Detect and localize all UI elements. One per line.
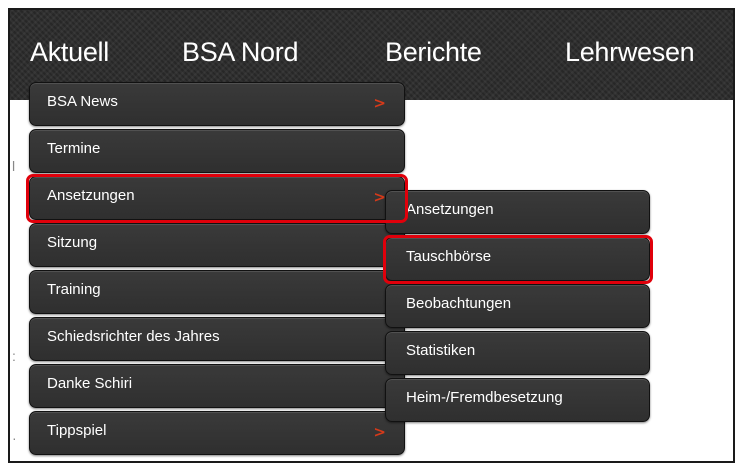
background-text-fragment: · [12,430,17,446]
menu-item-label: Training [47,281,101,298]
submenu-arrow-icon: > [373,423,386,441]
background-text-fragment: : [12,348,16,364]
menu-item-label: Sitzung [47,234,98,251]
submenu-item-ansetzungen[interactable]: Ansetzungen [385,190,650,234]
menu-item-label: Heim-/Fremdbesetzung [406,389,563,406]
menu-item-label: Ansetzungen [47,187,135,204]
menu-item-schiedsrichter-des-jahres[interactable]: Schiedsrichter des Jahres [29,317,405,361]
menu-item-ansetzungen[interactable]: Ansetzungen > [29,176,405,220]
nav-item-bsa-nord[interactable]: BSA Nord [182,37,298,68]
menu-item-sitzung[interactable]: Sitzung [29,223,405,267]
submenu-item-beobachtungen[interactable]: Beobachtungen [385,284,650,328]
menu-item-danke-schiri[interactable]: Danke Schiri [29,364,405,408]
menu-item-label: Termine [47,140,101,157]
nav-item-berichte[interactable]: Berichte [385,37,482,68]
menu-item-label: Tippspiel [47,422,107,439]
background-text-fragment: l [12,158,16,174]
menu-item-label: Schiedsrichter des Jahres [47,328,220,345]
submenu-item-heim-fremdbesetzung[interactable]: Heim-/Fremdbesetzung [385,378,650,422]
nav-item-aktuell[interactable]: Aktuell [30,37,109,68]
submenu-item-tauschboerse[interactable]: Tauschbörse [385,237,650,281]
menu-item-label: Beobachtungen [406,295,512,312]
nav-item-lehrwesen[interactable]: Lehrwesen [565,37,695,68]
menu-item-training[interactable]: Training [29,270,405,314]
menu-item-tippspiel[interactable]: Tippspiel > [29,411,405,455]
menu-item-label: BSA News [47,93,118,110]
menu-item-label: Statistiken [406,342,476,359]
submenu-arrow-icon: > [373,94,386,112]
menu-item-bsa-news[interactable]: BSA News > [29,82,405,126]
menu-item-label: Tauschbörse [406,248,492,265]
browser-frame: Aktuell BSA Nord Berichte Lehrwesen l : … [8,8,735,463]
menu-item-label: Ansetzungen [406,201,494,218]
menu-item-label: Danke Schiri [47,375,133,392]
submenu-item-statistiken[interactable]: Statistiken [385,331,650,375]
menu-item-termine[interactable]: Termine [29,129,405,173]
